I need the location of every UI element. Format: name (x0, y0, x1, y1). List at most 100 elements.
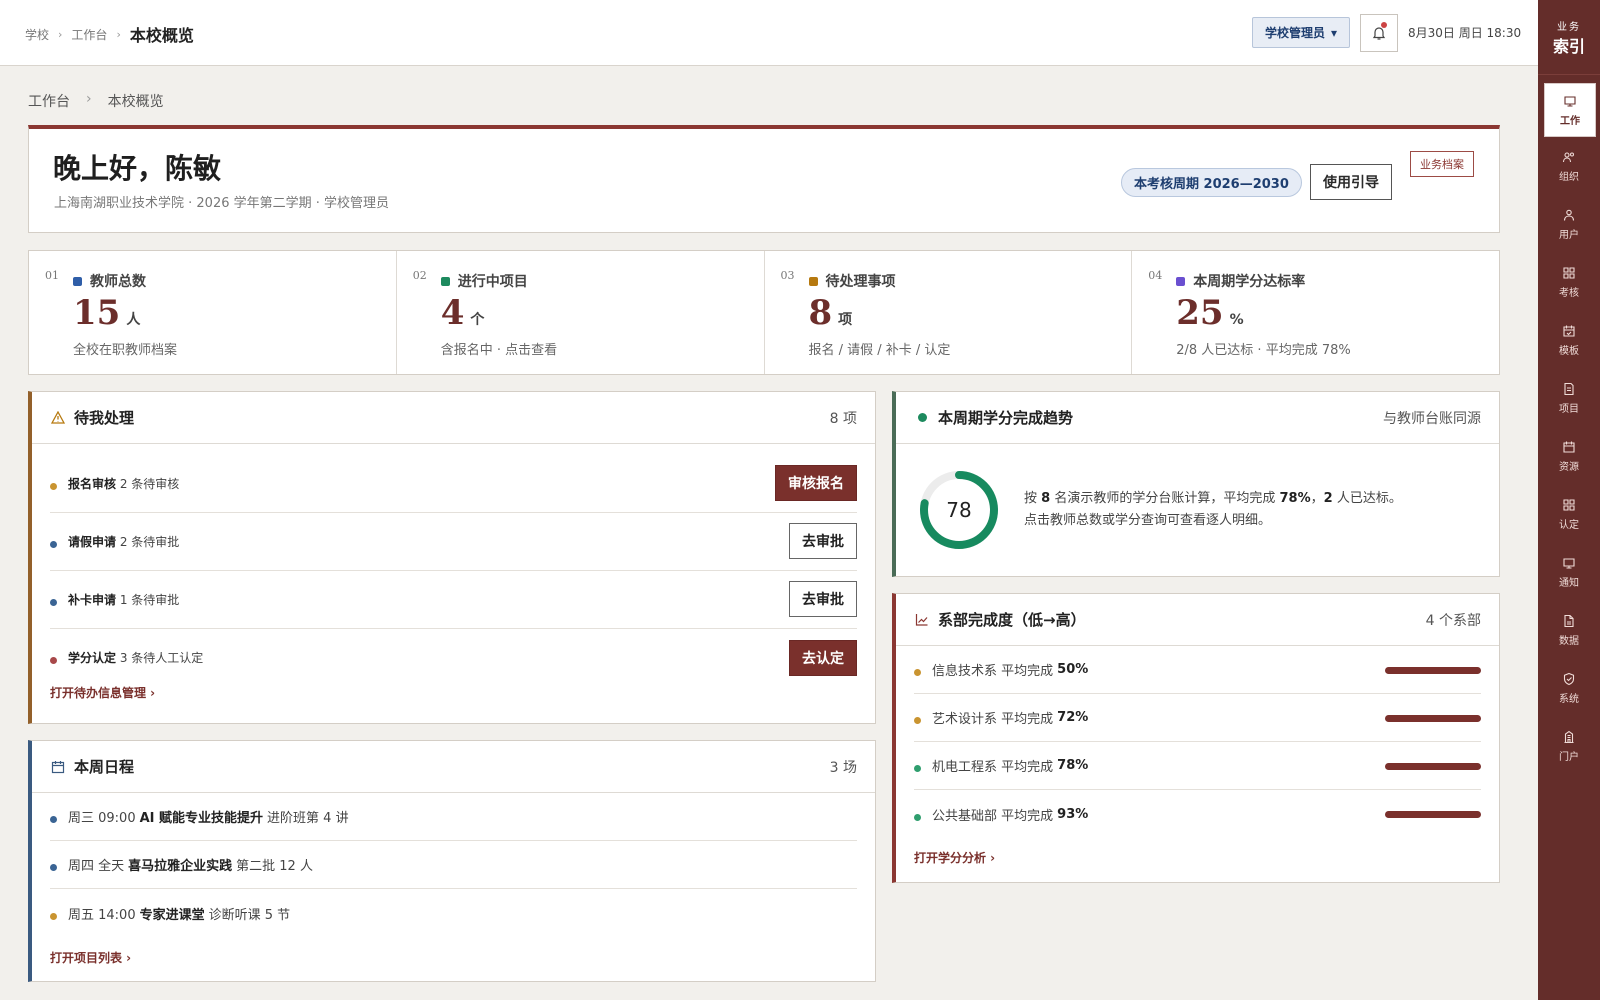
rail-item-3[interactable]: 考核 (1538, 253, 1600, 311)
stat-number: 01 (45, 269, 59, 282)
page-title: 本校概览 (129, 26, 194, 45)
todo-row: 补卡申请 1 条待审批 去审批 (50, 570, 857, 629)
dept-row: 机电工程系 平均完成 78% (914, 742, 1481, 790)
status-dot-icon (914, 413, 930, 422)
welcome-card: 晚上好，陈敏 上海南湖职业技术学院 · 2026 学年第二学期 · 学校管理员 … (28, 125, 1500, 233)
rail-item-label: 项目 (1559, 403, 1579, 415)
stat-card[interactable]: 04 本周期学分达标率 25% 2/8 人已达标 · 平均完成 78% (1132, 251, 1499, 374)
status-dot (50, 598, 57, 606)
chevron-right-icon: › (86, 91, 92, 107)
todo-title: 待我处理 (74, 409, 135, 427)
schedule-row[interactable]: 周三 09:00 AI 赋能专业技能提升 进阶班第 4 讲 (50, 793, 857, 841)
role-selector[interactable]: 学校管理员 ▾ (1252, 17, 1350, 48)
status-dot (50, 816, 57, 823)
side-rail: 业务 索引 工作组织用户 考核 模板项目资源认定通知数据系统 门户 (1538, 0, 1600, 1000)
todo-row: 学分认定 3 条待人工认定 去认定 (50, 628, 857, 687)
crumb-school[interactable]: 学校 (25, 26, 49, 43)
stat-desc: 2/8 人已达标 · 平均完成 78% (1176, 343, 1351, 358)
status-dot (50, 482, 57, 490)
rail-item-8[interactable]: 通知 (1538, 543, 1600, 601)
period-badge: 本考核周期 2026—2030 (1121, 168, 1302, 197)
top-bar: 学校 › 工作台 › 本校概览 学校管理员 ▾ 8月30日 周日 18:30 (0, 0, 1538, 66)
dept-value: 78% (1057, 758, 1089, 773)
datetime: 8月30日 周日 18:30 (1408, 26, 1522, 40)
stat-number: 03 (780, 269, 795, 282)
page-breadcrumb: 工作台 › 本校概览 (28, 91, 164, 111)
rail-item-2[interactable]: 用户 (1538, 195, 1600, 253)
todo-action-button[interactable]: 去认定 (789, 639, 857, 676)
stat-card[interactable]: 03 待处理事项 8项 报名 / 请假 / 补卡 / 认定 (765, 251, 1133, 374)
stat-desc: 含报名中 · 点击查看 (440, 343, 558, 358)
todo-header: 待我处理 8 项 (32, 392, 875, 444)
rail-item-10[interactable]: 系统 (1538, 659, 1600, 717)
dept-panel: 系部完成度（低→高） 4 个系部 打开学分分析 › 信息技术系 平均完成 50%… (892, 593, 1500, 883)
archive-button[interactable]: 业务档案 (1410, 151, 1474, 177)
crumb-workbench[interactable]: 工作台 (28, 91, 70, 111)
schedule-detail: 诊断听课 5 节 (208, 907, 291, 923)
todo-text: 请假申请 2 条待审批 (68, 534, 180, 549)
trend-header: 本周期学分完成趋势 与教师台账同源 (896, 392, 1499, 444)
schedule-name: 专家进课堂 (139, 907, 205, 923)
stat-card[interactable]: 01 教师总数 15 人 全校在职教师档案 (29, 251, 397, 374)
schedule-when: 周五 14:00 (68, 907, 136, 923)
monitor-icon (1563, 557, 1575, 569)
rail-item-11[interactable]: 门户 (1538, 717, 1600, 775)
rail-head-title: 索引 (1552, 36, 1585, 56)
rail-item-1[interactable]: 组织 (1538, 137, 1600, 195)
rail-header: 业务 索引 (1538, 0, 1600, 75)
schedule-panel: 本周日程 3 场 打开项目列表 › 周三 09:00 AI 赋能专业技能提升 进… (28, 740, 876, 982)
stat-desc: 全校在职教师档案 (73, 343, 178, 358)
monitor-icon (1564, 95, 1576, 107)
schedule-row[interactable]: 周五 14:00 专家进课堂 诊断听课 5 节 (50, 889, 857, 937)
schedule-name: 喜马拉雅企业实践 (128, 859, 233, 874)
dept-label: 平均完成 (1001, 760, 1054, 775)
rail-item-5[interactable]: 项目 (1538, 369, 1600, 427)
stat-color-marker (440, 276, 450, 286)
schedule-row[interactable]: 周四 全天 喜马拉雅企业实践 第二批 12 人 (50, 841, 857, 889)
stat-title: 教师总数 (73, 271, 146, 291)
dept-header: 系部完成度（低→高） 4 个系部 (896, 594, 1499, 646)
status-dot (50, 912, 57, 920)
dept-progress-bar (1385, 763, 1481, 770)
trend-summary: 按 8 名演示教师的学分台账计算，平均完成 78%，2 人已达标。 点击教师总数… (1024, 491, 1402, 528)
rail-item-label: 认定 (1559, 519, 1579, 531)
todo-action-button[interactable]: 审核报名 (775, 465, 857, 501)
dept-name: 艺术设计系 (932, 712, 998, 727)
dept-title: 系部完成度（低→高） (938, 611, 1086, 629)
todo-action-button[interactable]: 去审批 (789, 581, 857, 617)
trend-title: 本周期学分完成趋势 (938, 409, 1074, 427)
rail-item-6[interactable]: 资源 (1538, 427, 1600, 485)
rail-item-7[interactable]: 认定 (1538, 485, 1600, 543)
building-icon (1564, 730, 1574, 743)
stat-title: 待处理事项 (808, 271, 896, 291)
todo-row: 报名审核 2 条待审核 审核报名 (50, 454, 857, 513)
status-dot (50, 540, 57, 548)
rail-item-0[interactable]: 工作 (1544, 83, 1596, 137)
dept-progress-bar (1385, 715, 1481, 722)
grid-icon (1563, 498, 1575, 511)
rail-item-9[interactable]: 数据 (1538, 601, 1600, 659)
todo-count: 8 项 (829, 410, 857, 427)
rail-item-4[interactable]: 模板 (1538, 311, 1600, 369)
rail-head-small: 业务 (1557, 21, 1581, 33)
chevron-down-icon: ▾ (1330, 25, 1338, 40)
status-dot (914, 669, 921, 676)
todo-row: 请假申请 2 条待审批 去审批 (50, 512, 857, 571)
rail-item-label: 数据 (1559, 635, 1579, 647)
rail-item-label: 组织 (1559, 171, 1579, 183)
file-icon (1564, 614, 1574, 627)
notification-button[interactable] (1360, 14, 1398, 52)
trend-panel: 本周期学分完成趋势 与教师台账同源 78 按 8 名演示教师的学分台账计算，平均… (892, 391, 1500, 577)
welcome-subtitle: 上海南湖职业技术学院 · 2026 学年第二学期 · 学校管理员 (54, 196, 390, 211)
schedule-open-link[interactable]: 打开项目列表 › (50, 949, 131, 966)
todo-text: 补卡申请 1 条待审批 (68, 592, 180, 607)
dept-open-link[interactable]: 打开学分分析 › (914, 849, 995, 866)
todo-action-button[interactable]: 去审批 (789, 523, 857, 559)
people-icon (1562, 151, 1574, 162)
guide-button[interactable]: 使用引导 (1310, 164, 1392, 200)
ring-value: 78 (946, 498, 971, 522)
crumb-workbench[interactable]: 工作台 (71, 26, 107, 43)
stat-card[interactable]: 02 进行中项目 4个 含报名中 · 点击查看 (397, 251, 765, 374)
stat-value: 25% (1176, 293, 1244, 333)
shield-icon (1563, 672, 1575, 685)
